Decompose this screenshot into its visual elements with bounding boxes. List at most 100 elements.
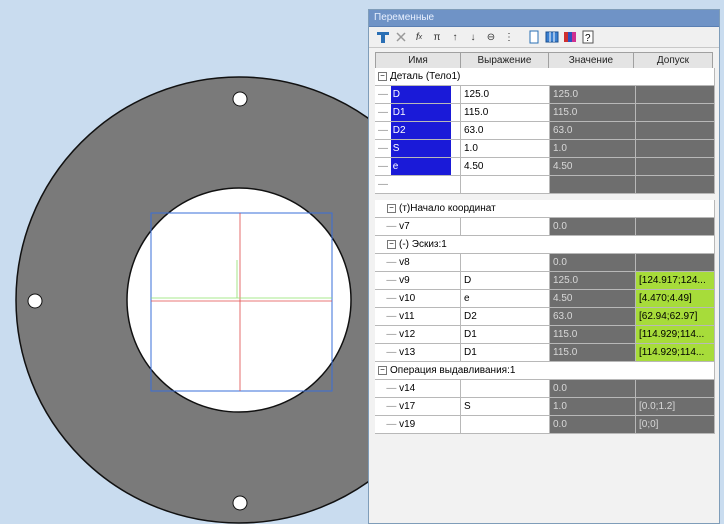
arrow-down-icon[interactable]: ↓ [465, 29, 481, 45]
expression-cell[interactable] [461, 176, 550, 193]
value-cell: 0.0 [550, 254, 636, 271]
tolerance-cell[interactable]: [0;0] [636, 416, 715, 433]
table-row[interactable]: — S 1.0 1.0 [375, 140, 715, 158]
expression-cell[interactable] [461, 254, 550, 271]
expression-cell[interactable]: D2 [461, 308, 550, 325]
table-row[interactable]: — v13 D1 115.0 [114.929;114... [375, 344, 715, 362]
link-icon[interactable]: ⊖ [483, 29, 499, 45]
variable-name[interactable]: v13 [399, 347, 415, 358]
bolt-hole-bottom[interactable] [232, 495, 248, 511]
table-row[interactable]: — v11 D2 63.0 [62.94;62.97] [375, 308, 715, 326]
variable-name[interactable]: v14 [399, 383, 415, 394]
tolerance-cell[interactable]: [124.917;124... [636, 272, 715, 289]
tolerance-cell[interactable] [636, 254, 715, 271]
table-row[interactable]: — v8 0.0 [375, 254, 715, 272]
arrow-up-icon[interactable]: ↑ [447, 29, 463, 45]
expression-cell[interactable]: 63.0 [461, 122, 550, 139]
column-header-expression[interactable]: Выражение [461, 53, 549, 69]
expression-cell[interactable] [461, 218, 550, 235]
tolerance-cell[interactable]: [114.929;114... [636, 326, 715, 343]
value-cell: 0.0 [550, 380, 636, 397]
value-cell [550, 176, 636, 193]
expression-cell[interactable]: D [461, 272, 550, 289]
variable-name[interactable]: v8 [399, 257, 410, 268]
table-row[interactable]: — D 125.0 125.0 [375, 86, 715, 104]
variable-name[interactable]: S [390, 140, 451, 157]
variable-name[interactable]: D [390, 86, 451, 103]
table-row[interactable]: — v12 D1 115.0 [114.929;114... [375, 326, 715, 344]
table-row[interactable]: — D2 63.0 63.0 [375, 122, 715, 140]
collapse-icon[interactable]: − [387, 203, 396, 213]
tolerance-cell[interactable] [636, 140, 715, 157]
tolerance-cell[interactable] [636, 218, 715, 235]
value-cell: 0.0 [550, 416, 636, 433]
grid-icon[interactable] [544, 29, 560, 45]
group-row[interactable]: − Операция выдавливания:1 [375, 362, 715, 380]
group-row[interactable]: − (т)Начало координат [375, 200, 715, 218]
table-row[interactable]: — v19 0.0 [0;0] [375, 416, 715, 434]
tolerance-cell[interactable] [636, 176, 715, 193]
cad-viewport[interactable] [0, 0, 368, 524]
expression-cell[interactable]: D1 [461, 326, 550, 343]
table-row[interactable]: — v7 0.0 [375, 218, 715, 236]
delete-icon[interactable] [393, 29, 409, 45]
expression-cell[interactable]: 1.0 [461, 140, 550, 157]
expression-cell[interactable]: D1 [461, 344, 550, 361]
group-row[interactable]: − Деталь (Тело1) [375, 68, 715, 86]
column-header-tolerance[interactable]: Допуск [634, 53, 712, 69]
flange-inner-circle[interactable] [126, 187, 352, 413]
tree-icon[interactable]: ⋮ [501, 29, 517, 45]
tolerance-cell[interactable]: [114.929;114... [636, 344, 715, 361]
expression-cell[interactable]: 125.0 [461, 86, 550, 103]
variable-name[interactable]: D2 [390, 122, 451, 139]
tolerance-cell[interactable] [636, 86, 715, 103]
expression-cell[interactable] [461, 416, 550, 433]
tolerance-cell[interactable]: [4.470;4.49] [636, 290, 715, 307]
tolerance-cell[interactable] [636, 158, 715, 175]
variable-name[interactable]: v17 [399, 401, 415, 412]
table-row[interactable]: — v10 e 4.50 [4.470;4.49] [375, 290, 715, 308]
colors-icon[interactable] [562, 29, 578, 45]
table-icon[interactable] [375, 29, 391, 45]
expression-cell[interactable] [461, 380, 550, 397]
panel-titlebar[interactable]: Переменные [369, 10, 719, 27]
function-icon[interactable]: fx [411, 29, 427, 45]
pi-icon[interactable]: π [429, 29, 445, 45]
variable-name[interactable]: v12 [399, 329, 415, 340]
table-row[interactable]: — v17 S 1.0 [0.0;1.2] [375, 398, 715, 416]
collapse-icon[interactable]: − [378, 71, 387, 81]
expression-cell[interactable]: S [461, 398, 550, 415]
bolt-hole-top[interactable] [232, 91, 248, 107]
variables-panel: Переменные fx π ↑ ↓ ⊖ ⋮ ? Имя Выражение … [368, 9, 720, 524]
table-row[interactable]: — e 4.50 4.50 [375, 158, 715, 176]
variable-name[interactable]: v10 [399, 293, 415, 304]
variable-name[interactable]: e [390, 158, 451, 175]
variable-name[interactable]: v7 [399, 221, 410, 232]
table-row-empty[interactable]: — [375, 176, 715, 194]
expression-cell[interactable]: e [461, 290, 550, 307]
tolerance-cell[interactable]: [0.0;1.2] [636, 398, 715, 415]
collapse-icon[interactable]: − [387, 239, 396, 249]
value-cell: 63.0 [550, 122, 636, 139]
collapse-icon[interactable]: − [378, 365, 387, 375]
column-header-value[interactable]: Значение [549, 53, 634, 69]
table-row[interactable]: — v9 D 125.0 [124.917;124... [375, 272, 715, 290]
expression-cell[interactable]: 115.0 [461, 104, 550, 121]
tolerance-cell[interactable] [636, 104, 715, 121]
bolt-hole-left[interactable] [27, 293, 43, 309]
table-row[interactable]: — D1 115.0 115.0 [375, 104, 715, 122]
expression-cell[interactable]: 4.50 [461, 158, 550, 175]
document-icon[interactable] [526, 29, 542, 45]
variable-name[interactable]: v9 [399, 275, 410, 286]
variable-name[interactable]: D1 [390, 104, 451, 121]
column-header-name[interactable]: Имя [376, 53, 461, 69]
variables-table: − Деталь (Тело1) — D 125.0 125.0 — D1 115… [375, 68, 715, 434]
tolerance-cell[interactable]: [62.94;62.97] [636, 308, 715, 325]
table-row[interactable]: — v14 0.0 [375, 380, 715, 398]
tolerance-cell[interactable] [636, 122, 715, 139]
tolerance-cell[interactable] [636, 380, 715, 397]
group-row[interactable]: − (-) Эскиз:1 [375, 236, 715, 254]
variable-name[interactable]: v11 [399, 311, 414, 322]
help-icon[interactable]: ? [580, 29, 596, 45]
variable-name[interactable]: v19 [399, 419, 415, 430]
